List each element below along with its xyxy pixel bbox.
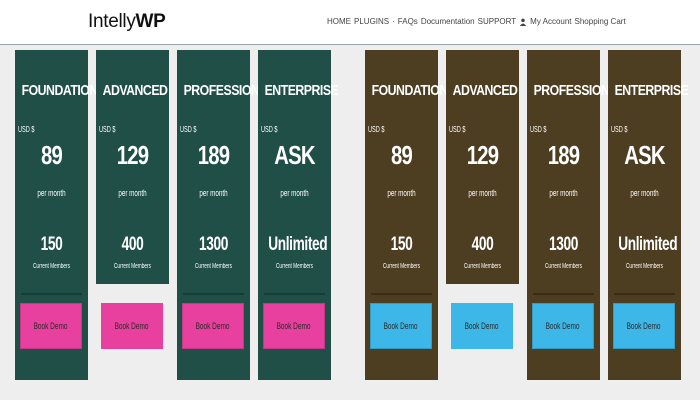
plan-card-foundation: FOUNDATION USD $ 89 per month 150 Curren… [365,50,449,380]
book-demo-button[interactable]: Book Demo [101,303,163,349]
plan-name: FOUNDATION [21,82,99,99]
site-logo[interactable]: IntellyWP [88,11,166,33]
main-nav: HOME PLUGINS · FAQs Documentation SUPPOR… [327,17,626,26]
period-label: per month [199,188,228,198]
site-header: IntellyWP HOME PLUGINS · FAQs Documentat… [0,0,700,45]
period-label: per month [387,188,416,198]
currency-label: USD $ [530,125,547,134]
plan-card-professional: PROFESSIONAL USD $ 189 per month 1300 Cu… [177,50,276,380]
divider [183,293,244,296]
currency-label: USD $ [180,125,197,134]
user-icon [519,18,527,26]
plan-name: ADVANCED [452,82,518,99]
nav-support[interactable]: SUPPORT [478,17,517,26]
plan-card-foundation: FOUNDATION USD $ 89 per month 150 Curren… [15,50,99,380]
currency-label: USD $ [368,125,385,134]
book-demo-button[interactable]: Book Demo [182,303,244,349]
period-label: per month [549,188,578,198]
members-label: Current Members [463,263,502,270]
member-count: 150 [40,234,63,255]
member-count: Unlimited [268,234,328,255]
book-demo-button[interactable]: Book Demo [451,303,513,349]
nav-faqs[interactable]: FAQs [398,17,418,26]
plan-price: ASK [274,140,315,170]
plan-name: PROFESSIONAL [183,82,276,99]
member-count: 150 [390,234,413,255]
members-label: Current Members [382,263,421,270]
divider [371,293,432,296]
member-count: 1300 [548,234,579,255]
period-label: per month [468,188,497,198]
plan-card-enterprise: ENTERPRISE USD $ ASK per month Unlimited… [258,50,339,380]
members-label: Current Members [113,263,152,270]
divider [614,293,675,296]
currency-label: USD $ [18,125,35,134]
members-label: Current Members [544,263,583,270]
plan-name: ENTERPRISE [264,82,339,99]
divider [533,293,594,296]
plan-card-enterprise: ENTERPRISE USD $ ASK per month Unlimited… [608,50,689,380]
plan-name: PROFESSIONAL [533,82,626,99]
currency-label: USD $ [611,125,628,134]
period-label: per month [280,188,309,198]
nav-home[interactable]: HOME [327,17,351,26]
book-demo-button[interactable]: Book Demo [613,303,675,349]
plan-price: 189 [197,140,230,170]
book-demo-button[interactable]: Book Demo [370,303,432,349]
nav-separator: · [392,17,395,26]
plan-name: FOUNDATION [371,82,449,99]
book-demo-button[interactable]: Book Demo [532,303,594,349]
nav-documentation[interactable]: Documentation [421,17,475,26]
period-label: per month [118,188,147,198]
book-demo-button[interactable]: Book Demo [20,303,82,349]
member-count: 400 [121,234,144,255]
plan-price: 129 [466,140,499,170]
plan-card-advanced: ADVANCED USD $ 129 per month 400 Current… [446,50,519,284]
plan-price: 89 [40,140,63,170]
nav-my-account[interactable]: My Account [530,17,571,26]
plan-card-professional: PROFESSIONAL USD $ 189 per month 1300 Cu… [527,50,626,380]
plan-name: ADVANCED [102,82,168,99]
member-count: 400 [471,234,494,255]
book-demo-button[interactable]: Book Demo [263,303,325,349]
members-label: Current Members [625,263,664,270]
plan-name: ENTERPRISE [614,82,689,99]
plan-price: 129 [116,140,149,170]
plan-price: 189 [547,140,580,170]
currency-label: USD $ [261,125,278,134]
member-count: 1300 [198,234,229,255]
plan-price: 89 [390,140,413,170]
period-label: per month [37,188,66,198]
currency-label: USD $ [99,125,116,134]
divider [264,293,325,296]
members-label: Current Members [275,263,314,270]
member-count: Unlimited [618,234,678,255]
divider [21,293,82,296]
members-label: Current Members [194,263,233,270]
members-label: Current Members [32,263,71,270]
nav-shopping-cart[interactable]: Shopping Cart [575,17,626,26]
plan-price: ASK [624,140,665,170]
nav-plugins[interactable]: PLUGINS [354,17,389,26]
plan-card-advanced: ADVANCED USD $ 129 per month 400 Current… [96,50,169,284]
currency-label: USD $ [449,125,466,134]
period-label: per month [630,188,659,198]
